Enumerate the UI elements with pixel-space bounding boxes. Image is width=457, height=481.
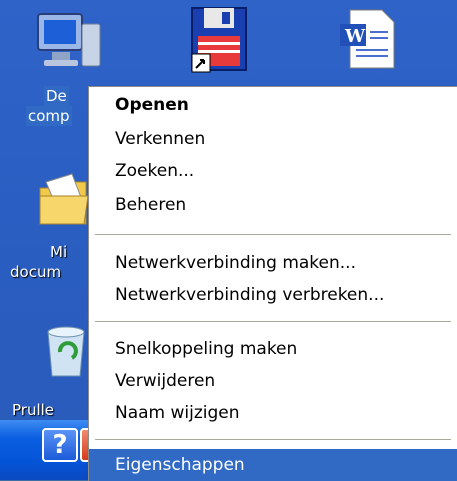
menu-separator <box>95 321 451 322</box>
menu-item-netwerkverbinding-verbreken[interactable]: Netwerkverbinding verbreken... <box>89 279 457 311</box>
menu-item-netwerkverbinding-maken[interactable]: Netwerkverbinding maken... <box>89 247 457 279</box>
svg-text:W: W <box>344 26 366 47</box>
menu-item-verkennen[interactable]: Verkennen <box>89 123 457 155</box>
recycle-bin-icon[interactable] <box>40 322 92 380</box>
menu-item-zoeken[interactable]: Zoeken... <box>89 155 457 187</box>
my-documents-label-2[interactable]: docum <box>10 262 61 282</box>
my-documents-label[interactable]: Mi <box>50 242 67 262</box>
word-document-icon[interactable]: W <box>336 6 398 72</box>
menu-item-snelkoppeling-maken[interactable]: Snelkoppeling maken <box>89 333 457 365</box>
help-icon: ? <box>52 430 68 460</box>
floppy-shortcut-icon[interactable] <box>188 4 250 76</box>
context-menu: Openen Verkennen Zoeken... Beheren Netwe… <box>88 86 457 481</box>
menu-item-openen[interactable]: Openen <box>89 89 457 121</box>
menu-item-verwijderen[interactable]: Verwijderen <box>89 365 457 397</box>
menu-item-naam-wijzigen[interactable]: Naam wijzigen <box>89 397 457 429</box>
menu-item-beheren[interactable]: Beheren <box>89 189 457 221</box>
my-computer-label[interactable]: De <box>44 86 69 106</box>
help-button[interactable]: ? <box>42 428 78 462</box>
recycle-bin-label[interactable]: Prulle <box>12 400 54 420</box>
my-documents-icon[interactable] <box>36 170 92 230</box>
menu-separator <box>95 234 451 235</box>
menu-item-eigenschappen[interactable]: Eigenschappen <box>89 449 457 481</box>
menu-separator <box>95 439 451 440</box>
my-computer-label-2[interactable]: comp <box>26 106 72 126</box>
my-computer-icon[interactable] <box>30 6 110 76</box>
